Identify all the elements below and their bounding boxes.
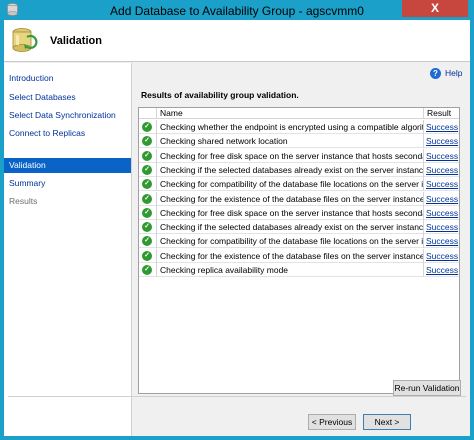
check-circle-icon: ✓ (142, 236, 152, 247)
check-circle-icon: ✓ (142, 179, 152, 190)
table-row[interactable]: ✓ Checking for free disk space on the ser… (139, 205, 459, 220)
table-row[interactable]: ✓ Checking for the existence of the datab… (139, 248, 459, 263)
grid-header: Name Result (139, 108, 459, 119)
table-row[interactable]: ✓ Checking for free disk space on the ser… (139, 148, 459, 163)
sidebar-item-introduction[interactable]: Introduction (4, 71, 131, 86)
previous-button[interactable]: < Previous (308, 414, 356, 430)
dialog-window: Add Database to Availability Group - ags… (0, 0, 474, 440)
row-result-link[interactable]: Success (423, 220, 459, 235)
column-header-name[interactable]: Name (156, 108, 423, 119)
row-check-name: Checking for compatibility of the databa… (156, 234, 423, 249)
database-wizard-icon (12, 28, 38, 52)
help-label: Help (445, 68, 463, 78)
footer-divider (8, 396, 466, 397)
sidebar-item-results: Results (9, 196, 38, 206)
row-result-link[interactable]: Success (423, 148, 459, 163)
row-result-link[interactable]: Success (423, 177, 459, 192)
dialog-client-area: Validation Introduction Select Databases… (4, 20, 470, 436)
row-result-link[interactable]: Success (423, 120, 459, 134)
page-header: Validation (4, 20, 470, 62)
check-circle-icon: ✓ (142, 164, 152, 175)
rerun-validation-button[interactable]: Re-run Validation (393, 380, 461, 396)
check-circle-icon: ✓ (142, 193, 152, 204)
row-check-name: Checking for the existence of the databa… (156, 191, 423, 206)
check-circle-icon: ✓ (142, 207, 152, 218)
close-button[interactable]: X (402, 0, 468, 17)
validation-results-grid: Name Result ✓ Checking whether the endpoi… (138, 107, 460, 394)
title-bar[interactable]: Add Database to Availability Group - ags… (0, 0, 474, 20)
table-row[interactable]: ✓ Checking replica availability mode Succe… (139, 263, 459, 277)
row-check-name: Checking if the selected databases alrea… (156, 220, 423, 235)
sidebar-item-select-databases[interactable]: Select Databases (4, 90, 131, 105)
row-result-link[interactable]: Success (423, 234, 459, 249)
row-check-name: Checking replica availability mode (156, 263, 423, 277)
table-row[interactable]: ✓ Checking if the selected databases alre… (139, 220, 459, 235)
row-result-link[interactable]: Success (423, 248, 459, 263)
sidebar-item-connect-to-replicas[interactable]: Connect to Replicas (4, 126, 131, 141)
row-check-name: Checking for compatibility of the databa… (156, 177, 423, 192)
row-result-link[interactable]: Success (423, 134, 459, 149)
check-circle-icon: ✓ (142, 122, 152, 132)
check-circle-icon: ✓ (142, 222, 152, 233)
check-circle-icon: ✓ (142, 136, 152, 147)
check-circle-icon: ✓ (142, 250, 152, 261)
wizard-sidebar: Introduction Select Databases Select Dat… (4, 63, 132, 436)
table-row[interactable]: ✓ Checking for compatibility of the datab… (139, 177, 459, 192)
table-row[interactable]: ✓ Checking for the existence of the datab… (139, 191, 459, 206)
row-result-link[interactable]: Success (423, 263, 459, 277)
table-row[interactable]: ✓ Checking if the selected databases alre… (139, 162, 459, 177)
table-row[interactable]: ✓ Checking for compatibility of the datab… (139, 234, 459, 249)
sidebar-item-select-data-synchronization[interactable]: Select Data Synchronization (4, 108, 131, 123)
row-check-name: Checking shared network location (156, 134, 423, 149)
sidebar-item-summary[interactable]: Summary (4, 176, 131, 191)
table-row[interactable]: ✓ Checking whether the endpoint is encryp… (139, 120, 459, 134)
row-result-link[interactable]: Success (423, 191, 459, 206)
help-icon: ? (430, 68, 441, 79)
table-row[interactable]: ✓ Checking shared network location Success (139, 134, 459, 149)
row-check-name: Checking if the selected databases alrea… (156, 162, 423, 177)
row-check-name: Checking whether the endpoint is encrypt… (156, 120, 423, 134)
row-check-name: Checking for the existence of the databa… (156, 248, 423, 263)
row-result-link[interactable]: Success (423, 162, 459, 177)
next-button[interactable]: Next > (363, 414, 411, 430)
check-circle-icon: ✓ (142, 150, 152, 161)
row-result-link[interactable]: Success (423, 205, 459, 220)
column-header-result[interactable]: Result (423, 108, 459, 119)
results-heading: Results of availability group validation… (141, 90, 299, 100)
row-check-name: Checking for free disk space on the serv… (156, 205, 423, 220)
sidebar-item-validation[interactable]: Validation (4, 158, 131, 173)
check-circle-icon: ✓ (142, 265, 152, 275)
page-title: Validation (50, 35, 102, 47)
row-check-name: Checking for free disk space on the serv… (156, 148, 423, 163)
